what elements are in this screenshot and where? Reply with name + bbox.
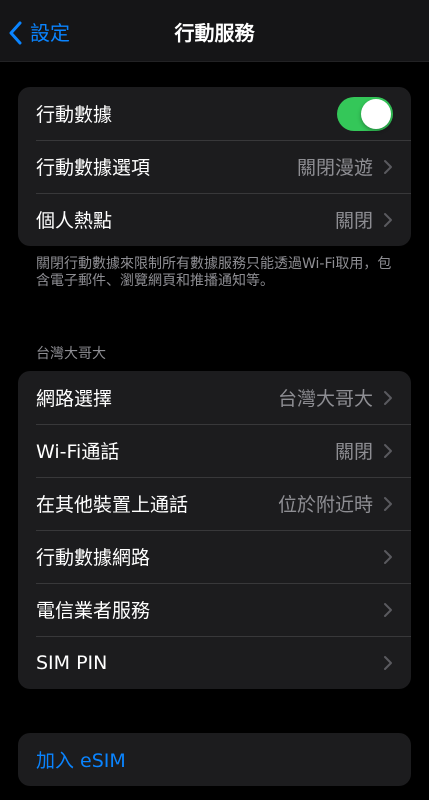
network-selection-value: 台灣大哥大: [277, 388, 373, 410]
carrier-services-label: 電信業者服務: [36, 600, 151, 622]
network-selection-label: 網路選擇: [36, 388, 113, 410]
personal-hotspot-row[interactable]: 個人熱點 關閉: [18, 193, 411, 246]
sim-pin-label: SIM PIN: [36, 651, 108, 674]
cellular-data-options-value: 關閉漫遊: [296, 157, 373, 179]
chevron-right-icon: [384, 496, 392, 511]
carrier-services-row[interactable]: 電信業者服務: [18, 583, 411, 636]
calls-on-other-devices-value: 位於附近時: [277, 494, 373, 516]
carrier-section-header: 台灣大哥大: [36, 346, 106, 362]
personal-hotspot-label: 個人熱點: [36, 210, 113, 232]
page-title: 行動服務: [174, 21, 255, 45]
cellular-data-toggle[interactable]: [337, 96, 393, 131]
wifi-calling-label: Wi-Fi通話: [36, 441, 120, 463]
sim-pin-row[interactable]: SIM PIN: [18, 636, 411, 689]
chevron-right-icon: [384, 602, 392, 617]
chevron-right-icon: [384, 159, 392, 174]
navigation-bar: 設定 行動服務: [0, 0, 429, 62]
cellular-data-options-row[interactable]: 行動數據選項 關閉漫遊: [18, 140, 411, 193]
chevron-right-icon: [384, 655, 392, 670]
chevron-right-icon: [384, 443, 392, 458]
calls-on-other-devices-label: 在其他裝置上通話: [36, 494, 189, 516]
personal-hotspot-value: 關閉: [334, 210, 373, 232]
wifi-calling-row[interactable]: Wi-Fi通話 關閉: [18, 424, 411, 477]
calls-on-other-devices-row[interactable]: 在其他裝置上通話 位於附近時: [18, 477, 411, 530]
cellular-data-row: 行動數據: [18, 87, 411, 140]
wifi-calling-value: 關閉: [334, 441, 373, 463]
carrier-settings-group: 網路選擇 台灣大哥大 Wi-Fi通話 關閉 在其他裝置上通話 位於附近時 行動數…: [18, 371, 411, 689]
cellular-data-footnote: 關閉行動數據來限制所有數據服務只能透過Wi-Fi取用，包含電子郵件、瀏覽網頁和推…: [36, 256, 392, 289]
cellular-data-options-label: 行動數據選項: [36, 157, 151, 179]
cellular-data-network-row[interactable]: 行動數據網路: [18, 530, 411, 583]
chevron-right-icon: [384, 212, 392, 227]
chevron-right-icon: [384, 390, 392, 405]
add-esim-button[interactable]: 加入 eSIM: [36, 746, 126, 773]
add-esim-row[interactable]: 加入 eSIM: [18, 733, 411, 786]
network-selection-row[interactable]: 網路選擇 台灣大哥大: [18, 371, 411, 424]
chevron-right-icon: [384, 549, 392, 564]
cellular-data-network-label: 行動數據網路: [36, 547, 151, 569]
cellular-data-label: 行動數據: [36, 104, 113, 126]
esim-group: 加入 eSIM: [18, 733, 411, 786]
cellular-settings-group: 行動數據 行動數據選項 關閉漫遊 個人熱點 關閉: [18, 87, 411, 246]
toggle-knob: [361, 98, 391, 129]
